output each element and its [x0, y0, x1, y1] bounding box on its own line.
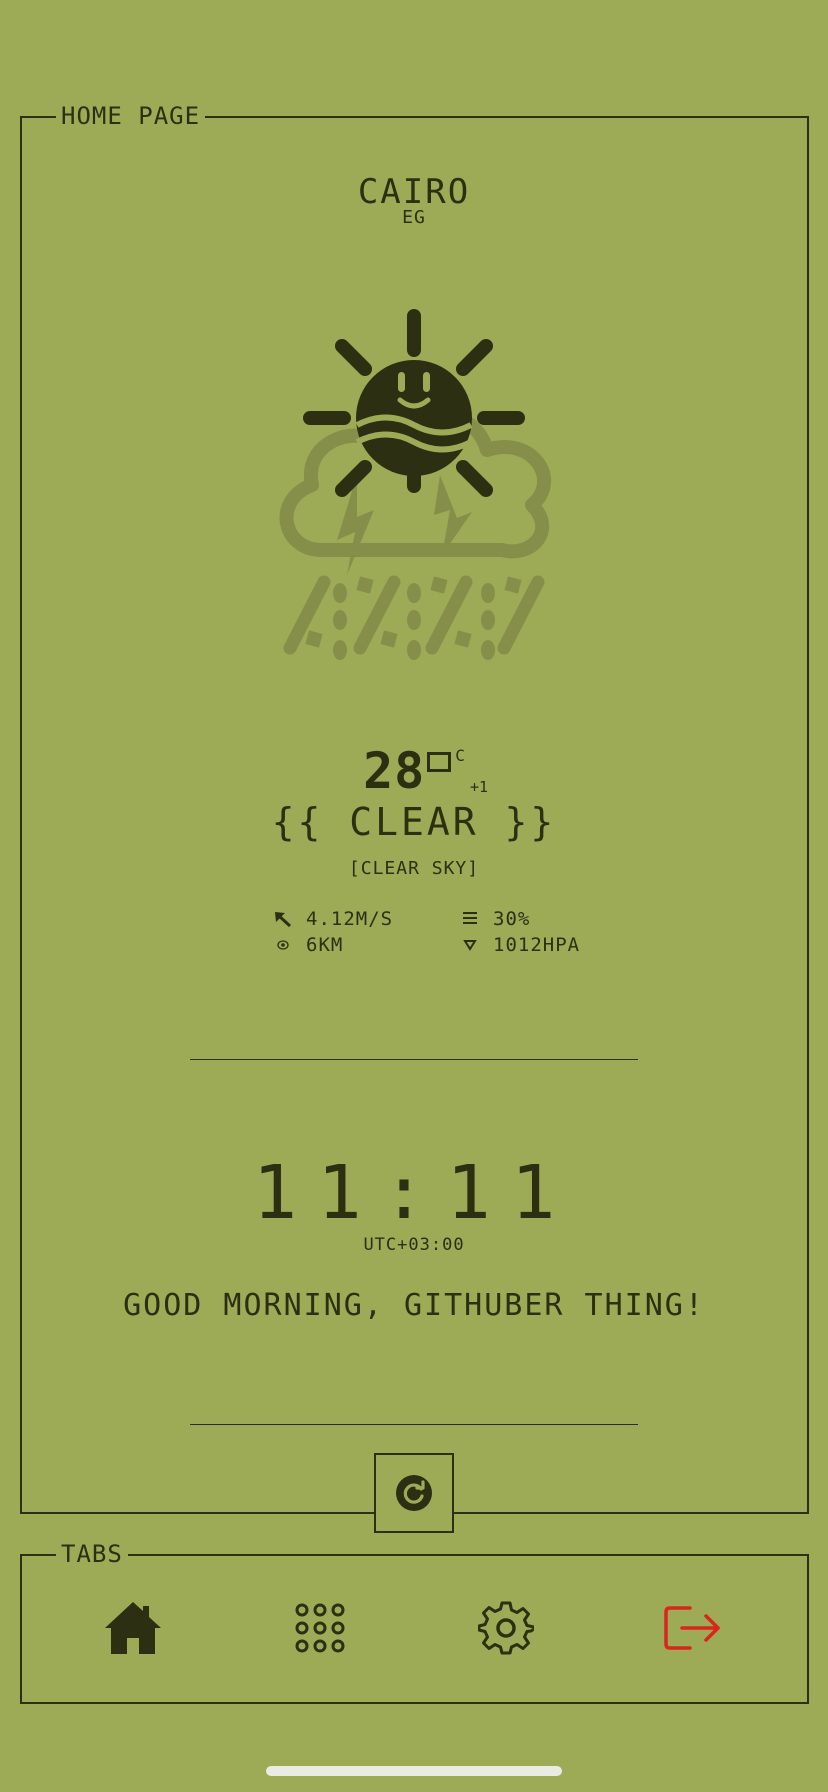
city-name: CAIRO: [357, 172, 471, 212]
eye-icon: [272, 940, 294, 950]
wind-speed: 4.12M/S: [306, 908, 394, 930]
humidity-icon: [459, 911, 481, 927]
temperature-unit: C: [455, 746, 465, 765]
tab-logout[interactable]: [658, 1596, 728, 1660]
pressure-stat: 1012HPA: [459, 934, 580, 956]
home-icon: [105, 1602, 161, 1654]
pressure-icon: [459, 939, 481, 951]
apps-grid-icon: [295, 1603, 345, 1653]
tab-settings[interactable]: [471, 1596, 541, 1660]
refresh-button[interactable]: [374, 1453, 454, 1533]
tabs-legend: TABS: [56, 1540, 128, 1568]
home-page-legend: HOME PAGE: [56, 102, 206, 130]
gear-icon: [478, 1601, 534, 1655]
visibility-value: 6KM: [306, 934, 344, 956]
greeting-message: GOOD MORNING, GITHUBER THING!: [123, 1288, 705, 1323]
tab-home[interactable]: [98, 1596, 168, 1660]
degree-symbol: [427, 752, 452, 772]
temperature-value: 28: [363, 742, 426, 800]
home-indicator-bar[interactable]: [266, 1766, 562, 1776]
visibility-stat: 6KM: [272, 934, 343, 956]
pressure-value: 1012HPA: [493, 934, 581, 956]
clock-time: 11:11: [252, 1150, 576, 1236]
tab-apps[interactable]: [285, 1596, 355, 1660]
wind-stat: 4.12M/S: [272, 908, 393, 930]
humidity-stat: 30%: [459, 908, 530, 930]
sun-cloud-storm-icon: [279, 309, 551, 660]
weather-condition: {{ CLEAR }}: [271, 800, 557, 844]
weather-description: [CLEAR SKY]: [348, 858, 480, 879]
divider-bottom: [190, 1424, 638, 1425]
logout-icon: [664, 1606, 720, 1650]
feels-like-delta: +1: [470, 778, 489, 796]
temperature-display: 28 C: [0, 742, 828, 802]
divider-top: [190, 1059, 638, 1060]
refresh-icon: [396, 1475, 432, 1511]
wind-direction-icon: [272, 910, 294, 928]
humidity-value: 30%: [493, 908, 531, 930]
clock-timezone: UTC+03:00: [363, 1235, 465, 1255]
country-code: EG: [402, 207, 426, 228]
